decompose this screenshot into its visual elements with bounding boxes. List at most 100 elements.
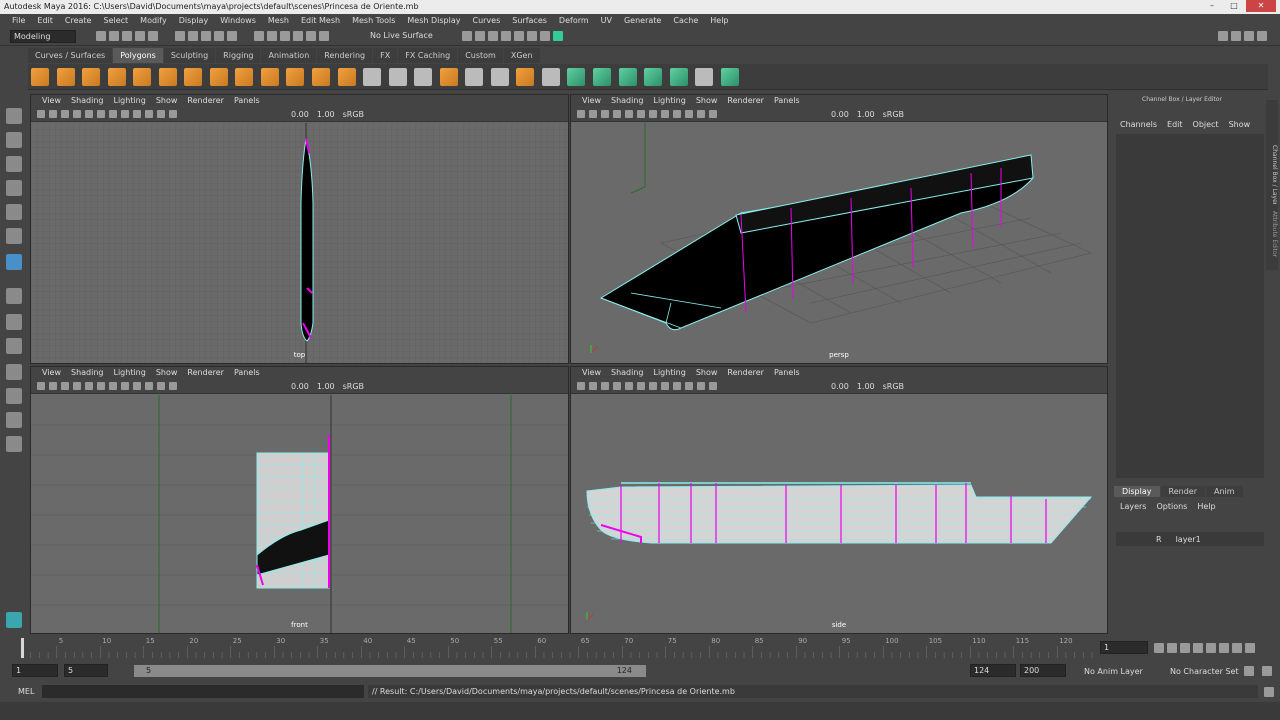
render-icon[interactable]: [462, 31, 472, 41]
menu-file[interactable]: File: [6, 14, 31, 28]
poly-plane-icon[interactable]: [133, 68, 152, 86]
xray-icon[interactable]: [133, 382, 141, 390]
toolbox-toggle-icon[interactable]: [1218, 31, 1228, 41]
modeling-toolkit-icon[interactable]: [553, 31, 563, 41]
tool-settings-icon[interactable]: [1244, 31, 1254, 41]
xray-icon[interactable]: [673, 382, 681, 390]
render-view-icon[interactable]: [514, 31, 524, 41]
menu-deform[interactable]: Deform: [553, 14, 595, 28]
panel-menu-shading[interactable]: Shading: [606, 367, 649, 379]
shelf-tab-fx[interactable]: FX: [373, 48, 398, 63]
snap-curve-icon[interactable]: [267, 31, 277, 41]
mask-icon[interactable]: [214, 31, 224, 41]
xray-icon[interactable]: [673, 110, 681, 118]
panel-menu-show[interactable]: Show: [691, 367, 723, 379]
layer-name[interactable]: layer1: [1176, 535, 1201, 544]
scale-tool-icon[interactable]: [6, 228, 22, 244]
uv-layout-icon[interactable]: [720, 68, 739, 86]
attribute-editor-side-tab[interactable]: Attribute Editor: [1266, 204, 1278, 264]
command-input[interactable]: [42, 685, 364, 698]
playback-start-field[interactable]: 5: [64, 664, 108, 677]
layout2-icon[interactable]: [6, 436, 22, 452]
fill-hole-icon[interactable]: [439, 68, 458, 86]
mel-label[interactable]: MEL: [18, 687, 34, 696]
snap-point-icon[interactable]: [280, 31, 290, 41]
shelf-tab-custom[interactable]: Custom: [458, 48, 503, 63]
shelf-tab-curves[interactable]: Curves / Surfaces: [28, 48, 113, 63]
ao-icon[interactable]: [697, 110, 705, 118]
shelf-tab-fx-caching[interactable]: FX Caching: [398, 48, 458, 63]
channel-menu-object[interactable]: Object: [1193, 120, 1219, 129]
xgen-icon[interactable]: [540, 31, 550, 41]
step-back-key-icon[interactable]: [1167, 643, 1177, 653]
viewport-front[interactable]: View Shading Lighting Show Renderer Pane…: [30, 366, 569, 634]
panel-menu-show[interactable]: Show: [151, 367, 183, 379]
panel-menu-renderer[interactable]: Renderer: [722, 95, 769, 107]
snap-grid-icon[interactable]: [254, 31, 264, 41]
layer-tab-display[interactable]: Display: [1114, 486, 1160, 497]
menu-modify[interactable]: Modify: [134, 14, 173, 28]
lights-icon[interactable]: [109, 110, 117, 118]
poly-torus-icon[interactable]: [158, 68, 177, 86]
textured-icon[interactable]: [97, 110, 105, 118]
ao-icon[interactable]: [157, 110, 165, 118]
aa-icon[interactable]: [169, 382, 177, 390]
uv-automatic-icon[interactable]: [644, 68, 663, 86]
ipr-icon[interactable]: [475, 31, 485, 41]
panel-menu-lighting[interactable]: Lighting: [648, 95, 690, 107]
auto-key-icon[interactable]: [1244, 666, 1254, 676]
grid-icon[interactable]: [601, 382, 609, 390]
channel-list[interactable]: [1116, 134, 1264, 478]
panel-menu-panels[interactable]: Panels: [229, 95, 265, 107]
poly-sphere-icon[interactable]: [31, 68, 49, 86]
menu-help[interactable]: Help: [704, 14, 734, 28]
uv-checker-icon[interactable]: [695, 68, 714, 86]
gamma-value[interactable]: 1.00: [317, 382, 335, 391]
camera-icon[interactable]: [37, 382, 45, 390]
menu-select[interactable]: Select: [97, 14, 134, 28]
script-editor-icon[interactable]: [1264, 687, 1274, 697]
shadows-icon[interactable]: [661, 110, 669, 118]
grid-icon[interactable]: [601, 110, 609, 118]
panel-menu-renderer[interactable]: Renderer: [182, 367, 229, 379]
bookmark-icon[interactable]: [49, 382, 57, 390]
channelbox-toggle-icon[interactable]: [1257, 31, 1267, 41]
move-tool-icon[interactable]: [6, 180, 22, 196]
multi-cut-icon[interactable]: [490, 68, 509, 86]
append-polygon-icon[interactable]: [465, 68, 484, 86]
menu-mesh-display[interactable]: Mesh Display: [401, 14, 466, 28]
extract-icon[interactable]: [286, 68, 305, 86]
character-set-select[interactable]: No Character Set: [1170, 667, 1239, 676]
ao-icon[interactable]: [697, 382, 705, 390]
wireframe-icon[interactable]: [73, 382, 81, 390]
light-editor-icon[interactable]: [527, 31, 537, 41]
ao-icon[interactable]: [157, 382, 165, 390]
textured-icon[interactable]: [97, 382, 105, 390]
panel-menu-view[interactable]: View: [577, 367, 606, 379]
end-time-field[interactable]: 200: [1020, 664, 1066, 677]
layer-tab-anim[interactable]: Anim: [1205, 486, 1243, 497]
panel-menu-panels[interactable]: Panels: [769, 95, 805, 107]
shelf-tab-xgen[interactable]: XGen: [503, 48, 540, 63]
mode-selector[interactable]: Modeling: [10, 30, 76, 43]
viewport-persp[interactable]: View Shading Lighting Show Renderer Pane…: [570, 94, 1108, 364]
panel-menu-shading[interactable]: Shading: [66, 367, 109, 379]
panel-menu-panels[interactable]: Panels: [769, 367, 805, 379]
undo-icon[interactable]: [135, 31, 145, 41]
channel-menu-show[interactable]: Show: [1229, 120, 1251, 129]
wireframe-icon[interactable]: [613, 110, 621, 118]
open-scene-icon[interactable]: [109, 31, 119, 41]
poly-cube-icon[interactable]: [56, 68, 75, 86]
smooth-shade-icon[interactable]: [625, 110, 633, 118]
shelf-tab-animation[interactable]: Animation: [261, 48, 317, 63]
snap-surface-icon[interactable]: [306, 31, 316, 41]
shelf-tab-rigging[interactable]: Rigging: [216, 48, 261, 63]
paint-select-tool-icon[interactable]: [6, 156, 22, 172]
menu-generate[interactable]: Generate: [618, 14, 667, 28]
bevel-icon[interactable]: [414, 68, 433, 86]
uv-editor-icon[interactable]: [669, 68, 688, 86]
menu-curves[interactable]: Curves: [466, 14, 506, 28]
play-back-icon[interactable]: [1193, 643, 1203, 653]
panel-menu-shading[interactable]: Shading: [66, 95, 109, 107]
select-object-icon[interactable]: [188, 31, 198, 41]
